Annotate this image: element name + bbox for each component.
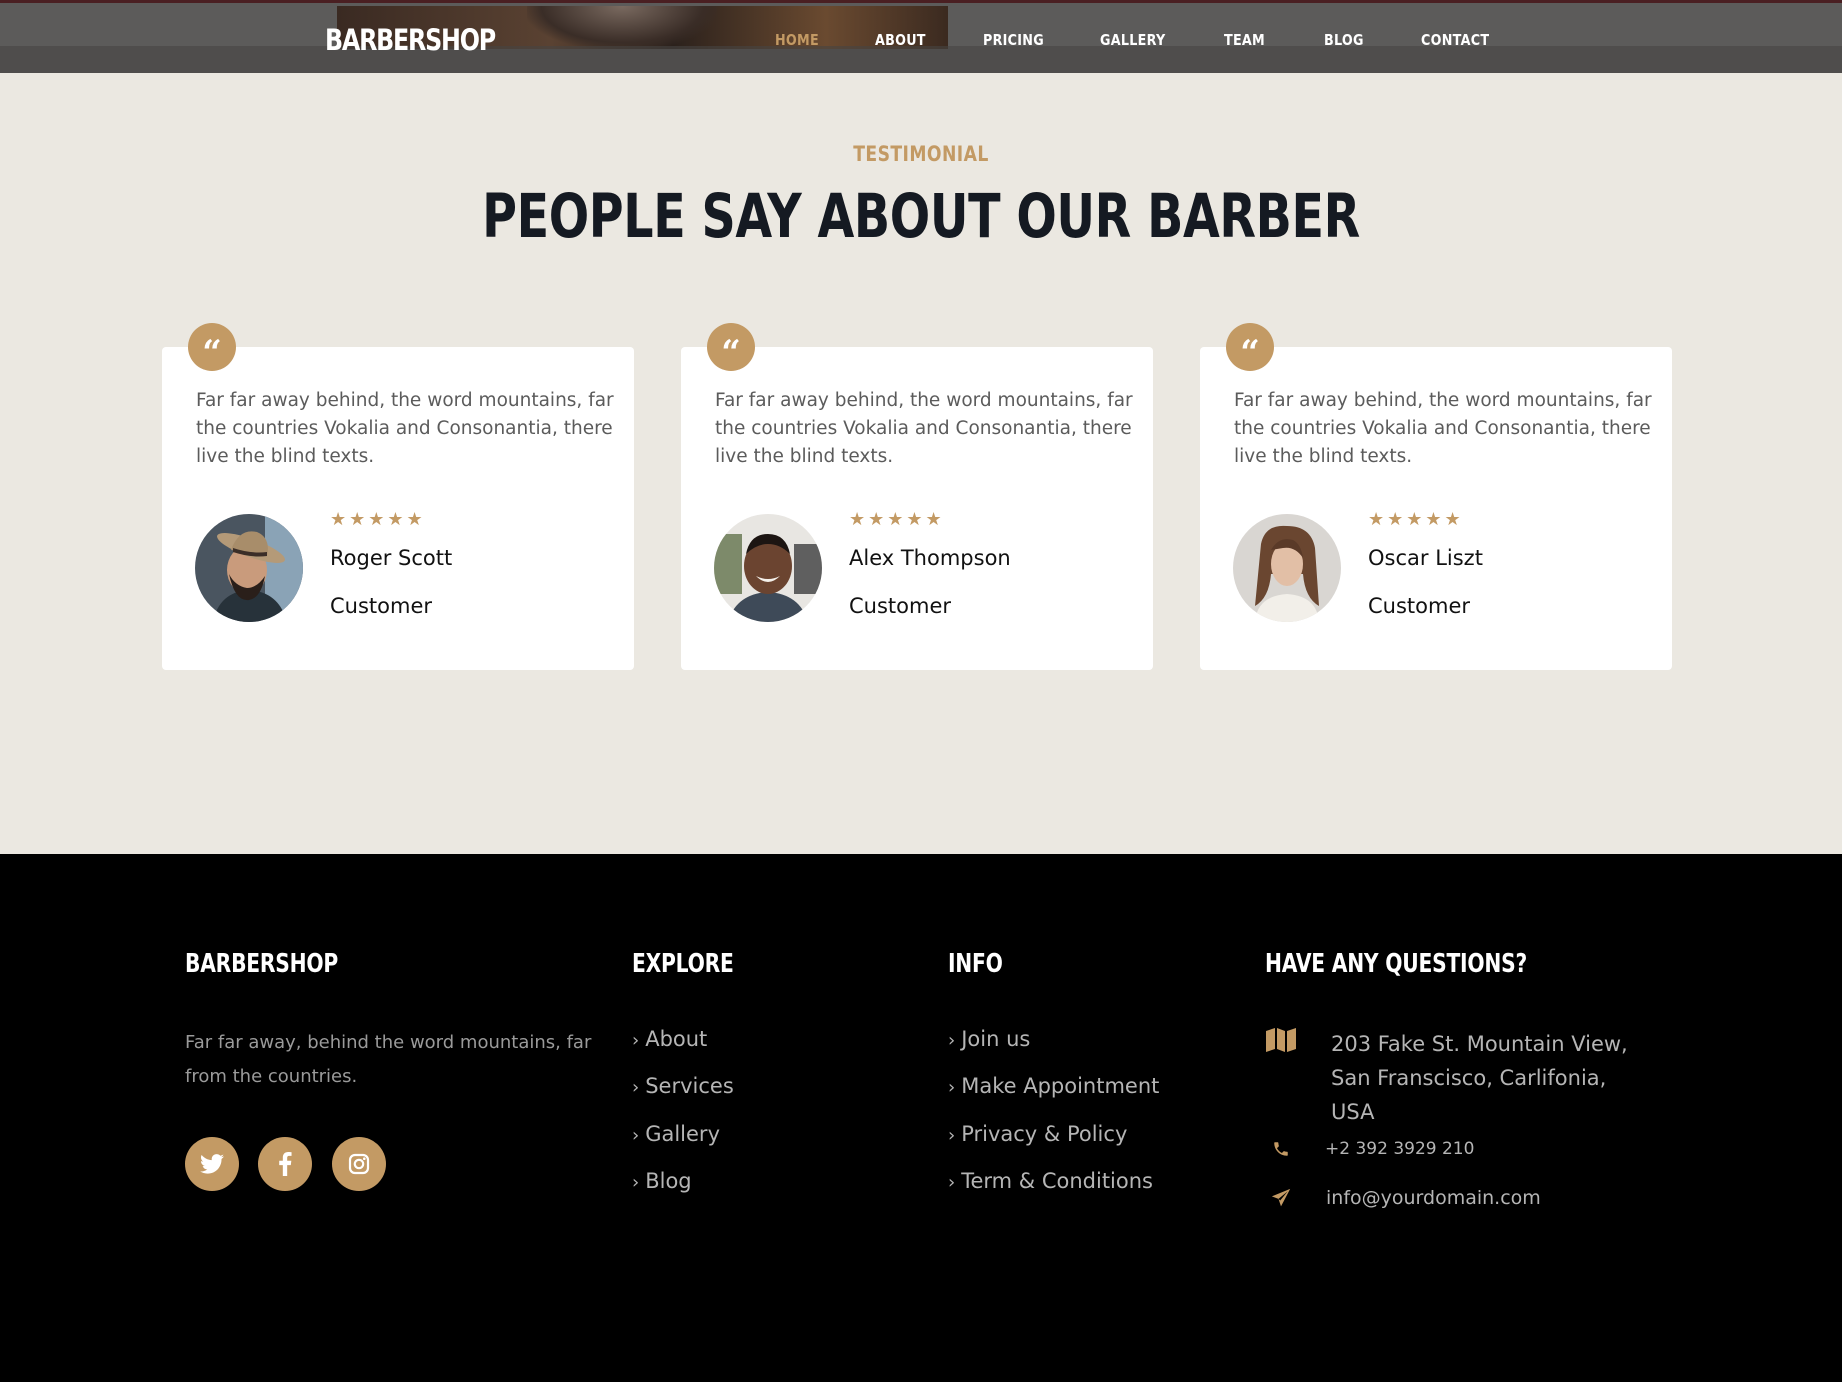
footer-info-heading: INFO bbox=[948, 949, 1003, 979]
quote-icon: “ bbox=[1226, 323, 1274, 371]
section-kicker: TESTIMONIAL bbox=[853, 142, 989, 166]
chevron-right-icon: › bbox=[948, 1030, 956, 1051]
phone-icon bbox=[1265, 1135, 1297, 1163]
testimonial-card: “ Far far away behind, the word mountain… bbox=[162, 323, 634, 670]
smiling-man-avatar bbox=[714, 514, 822, 622]
address-text: 203 Fake St. Mountain View, San Franscis… bbox=[1331, 1032, 1628, 1124]
footer-brand-heading: BARBERSHOP bbox=[185, 949, 339, 979]
man-with-hat-avatar bbox=[195, 514, 303, 622]
chevron-right-icon: › bbox=[948, 1172, 956, 1193]
nav-item-gallery[interactable]: GALLERY bbox=[1100, 31, 1165, 49]
site-footer: BARBERSHOP Far far away, behind the word… bbox=[0, 854, 1842, 1382]
section-title: PEOPLE SAY ABOUT OUR BARBER bbox=[482, 181, 1360, 252]
footer-link-join-us[interactable]: › Join us bbox=[948, 1027, 1030, 1051]
chevron-right-icon: › bbox=[632, 1030, 640, 1051]
testimonial-text: Far far away behind, the word mountains,… bbox=[715, 390, 1133, 467]
customer-name: Roger Scott bbox=[330, 546, 453, 570]
testimonial-card: “ Far far away behind, the word mountain… bbox=[1200, 323, 1672, 670]
rating-stars: ★★★★★ bbox=[849, 509, 945, 529]
testimonial-text: Far far away behind, the word mountains,… bbox=[1234, 390, 1652, 467]
customer-role: Customer bbox=[849, 594, 952, 618]
testimonial-card: “ Far far away behind, the word mountain… bbox=[681, 323, 1153, 670]
footer-link-blog[interactable]: › Blog bbox=[632, 1169, 692, 1193]
nav-item-contact[interactable]: CONTACT bbox=[1421, 31, 1489, 49]
nav-item-about[interactable]: ABOUT bbox=[875, 31, 926, 49]
customer-role: Customer bbox=[1368, 594, 1471, 618]
testimonial-section: TESTIMONIAL PEOPLE SAY ABOUT OUR BARBER … bbox=[0, 73, 1842, 854]
chevron-right-icon: › bbox=[948, 1077, 956, 1098]
customer-name: Alex Thompson bbox=[849, 546, 1011, 570]
map-icon bbox=[1265, 1026, 1297, 1054]
footer-explore-heading: EXPLORE bbox=[632, 949, 734, 979]
instagram-icon[interactable] bbox=[332, 1137, 386, 1191]
footer-link-make-appointment[interactable]: › Make Appointment bbox=[948, 1074, 1159, 1098]
footer-link-gallery[interactable]: › Gallery bbox=[632, 1122, 720, 1146]
quote-icon: “ bbox=[707, 323, 755, 371]
customer-role: Customer bbox=[330, 594, 433, 618]
nav-item-team[interactable]: TEAM bbox=[1224, 31, 1265, 49]
footer-link-privacy-policy[interactable]: › Privacy & Policy bbox=[948, 1122, 1127, 1146]
nav-item-home[interactable]: HOME bbox=[775, 31, 819, 49]
paper-plane-icon bbox=[1265, 1184, 1297, 1212]
chevron-right-icon: › bbox=[948, 1125, 956, 1146]
quote-icon: “ bbox=[188, 323, 236, 371]
nav-item-blog[interactable]: BLOG bbox=[1324, 31, 1364, 49]
testimonial-text: Far far away behind, the word mountains,… bbox=[196, 390, 614, 467]
nav-item-pricing[interactable]: PRICING bbox=[983, 31, 1044, 49]
footer-questions-heading: HAVE ANY QUESTIONS? bbox=[1265, 949, 1528, 979]
rating-stars: ★★★★★ bbox=[330, 509, 426, 529]
footer-link-services[interactable]: › Services bbox=[632, 1074, 734, 1098]
facebook-icon[interactable] bbox=[258, 1137, 312, 1191]
phone-link[interactable]: +2 392 3929 210 bbox=[1325, 1139, 1474, 1159]
rating-stars: ★★★★★ bbox=[1368, 509, 1464, 529]
main-menu: HOME ABOUT PRICING GALLERY TEAM BLOG CON… bbox=[0, 31, 1842, 51]
email-link[interactable]: info@yourdomain.com bbox=[1326, 1187, 1541, 1209]
twitter-icon[interactable] bbox=[185, 1137, 239, 1191]
long-hair-man-avatar bbox=[1233, 514, 1341, 622]
footer-link-about[interactable]: › About bbox=[632, 1027, 707, 1051]
customer-name: Oscar Liszt bbox=[1368, 546, 1483, 570]
chevron-right-icon: › bbox=[632, 1125, 640, 1146]
chevron-right-icon: › bbox=[632, 1172, 640, 1193]
top-navbar: BARBERSHOP HOME ABOUT PRICING GALLERY TE… bbox=[0, 0, 1842, 73]
footer-link-terms-conditions[interactable]: › Term & Conditions bbox=[948, 1169, 1153, 1193]
footer-about-text: Far far away, behind the word mountains,… bbox=[185, 1032, 592, 1087]
chevron-right-icon: › bbox=[632, 1077, 640, 1098]
